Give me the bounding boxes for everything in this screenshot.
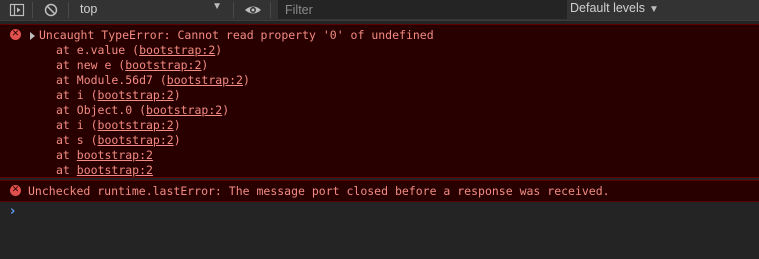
filter-input[interactable] — [278, 0, 567, 19]
source-link[interactable]: bootstrap:2 — [98, 133, 174, 147]
context-selector[interactable]: top ▼ — [80, 0, 226, 20]
stack-frame: at new e (bootstrap:2) — [56, 58, 209, 72]
stack-frame: at Object.0 (bootstrap:2) — [56, 103, 230, 117]
error-text[interactable]: Uncaught TypeError: Cannot read property… — [39, 28, 434, 43]
source-link[interactable]: bootstrap:2 — [146, 103, 222, 117]
chevron-down-icon: ▼ — [649, 4, 659, 15]
log-levels-dropdown[interactable]: Default levels ▼ — [570, 1, 659, 15]
stack-frame: at i (bootstrap:2) — [56, 118, 181, 132]
error-text[interactable]: Unchecked runtime.lastError: The message… — [28, 184, 610, 199]
source-link[interactable]: bootstrap:2 — [167, 73, 243, 87]
toolbar-divider — [68, 2, 69, 18]
stack-frame: at bootstrap:2 — [56, 148, 153, 162]
console-prompt: › — [0, 203, 759, 223]
console-toolbar: top ▼ Default levels▼ — [0, 0, 759, 21]
source-link[interactable]: bootstrap:2 — [139, 43, 215, 57]
expand-triangle-icon[interactable] — [30, 32, 35, 40]
stack-frame: at Module.56d7 (bootstrap:2) — [56, 73, 250, 87]
source-link[interactable]: bootstrap:2 — [77, 163, 153, 177]
toolbar-divider — [233, 2, 234, 18]
console-error-message: ✕ Unchecked runtime.lastError: The messa… — [0, 180, 759, 202]
source-link[interactable]: bootstrap:2 — [77, 148, 153, 162]
error-icon: ✕ — [10, 29, 21, 40]
toolbar-divider — [32, 2, 33, 18]
source-link[interactable]: bootstrap:2 — [98, 88, 174, 102]
chevron-down-icon: ▼ — [212, 1, 222, 12]
levels-label: Default levels — [570, 1, 646, 15]
console-input[interactable] — [28, 203, 752, 223]
stack-frame: at i (bootstrap:2) — [56, 88, 181, 102]
console-error-message: ✕ Uncaught TypeError: Cannot read proper… — [0, 24, 759, 178]
source-link[interactable]: bootstrap:2 — [98, 118, 174, 132]
error-icon: ✕ — [10, 185, 21, 196]
stack-frame: at bootstrap:2 — [56, 163, 153, 177]
stack-frame: at s (bootstrap:2) — [56, 133, 181, 147]
toolbar-divider — [270, 2, 271, 18]
stack-frame: at e.value (bootstrap:2) — [56, 43, 223, 57]
prompt-chevron-icon: › — [10, 204, 16, 219]
sidebar-toggle-icon[interactable] — [9, 2, 25, 18]
source-link[interactable]: bootstrap:2 — [125, 58, 201, 72]
eye-icon[interactable] — [244, 2, 262, 18]
clear-console-icon[interactable] — [43, 2, 59, 18]
context-value: top — [80, 2, 98, 16]
